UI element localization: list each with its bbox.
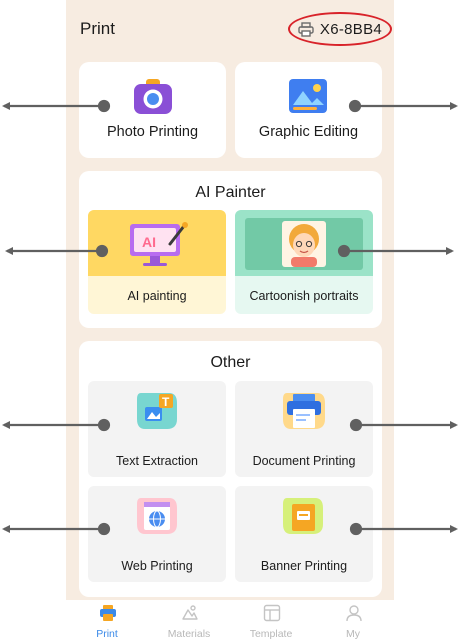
tab-template[interactable]: Template <box>230 600 312 640</box>
tab-print[interactable]: Print <box>66 600 148 640</box>
web-printing-label: Web Printing <box>121 559 193 573</box>
web-printing-tile[interactable]: Web Printing <box>88 486 226 582</box>
text-extraction-icon-letter: T <box>162 395 170 409</box>
tab-print-label: Print <box>96 628 118 640</box>
app-window: Print X6-8BB4 Photo Printing Graphic Edi… <box>66 0 394 640</box>
image-edit-icon <box>289 79 327 113</box>
web-globe-icon <box>137 498 177 534</box>
photo-printing-card[interactable]: Photo Printing <box>79 62 226 158</box>
other-section: Other T Text Extraction Document Printin… <box>79 341 382 597</box>
graphic-editing-label: Graphic Editing <box>258 124 359 140</box>
template-tab-icon <box>263 604 281 622</box>
ai-painter-section: AI Painter AI AI painting Cartoonish por… <box>79 171 382 328</box>
printer-icon <box>298 21 314 37</box>
document-printing-tile[interactable]: Document Printing <box>235 381 373 477</box>
cartoon-face-icon <box>282 221 326 267</box>
document-printing-label: Document Printing <box>252 454 356 468</box>
other-title: Other <box>210 354 251 371</box>
cartoon-portraits-tile[interactable]: Cartoonish portraits <box>235 210 373 314</box>
ai-painter-title: AI Painter <box>195 184 266 201</box>
camera-icon <box>134 79 172 114</box>
document-printer-icon <box>283 393 325 429</box>
profile-tab-icon <box>346 605 362 622</box>
banner-printing-label: Banner Printing <box>260 559 348 573</box>
device-selector[interactable]: X6-8BB4 <box>288 12 392 46</box>
tab-materials[interactable]: Materials <box>148 600 230 640</box>
screen: Print X6-8BB4 Photo Printing Graphic Edi… <box>0 0 460 640</box>
tab-my[interactable]: My <box>312 600 394 640</box>
graphic-editing-card[interactable]: Graphic Editing <box>235 62 382 158</box>
text-extraction-icon: T <box>137 393 177 429</box>
tab-my-label: My <box>346 628 360 640</box>
printer-tab-icon <box>100 605 116 621</box>
photo-printing-label: Photo Printing <box>106 124 199 140</box>
page-title: Print <box>80 19 115 38</box>
banner-folder-icon <box>283 498 323 534</box>
ai-painting-label: AI painting <box>127 289 187 303</box>
ai-icon-text: AI <box>142 234 156 250</box>
cartoon-portraits-label: Cartoonish portraits <box>249 289 359 303</box>
bottom-tab-bar: Print Materials Template My <box>66 600 394 640</box>
device-name: X6-8BB4 <box>319 20 383 38</box>
materials-tab-icon <box>182 605 198 620</box>
ai-monitor-icon: AI <box>130 222 188 266</box>
tab-template-label: Template <box>249 628 293 640</box>
banner-printing-tile[interactable]: Banner Printing <box>235 486 373 582</box>
tab-materials-label: Materials <box>167 628 211 640</box>
text-extraction-tile[interactable]: T Text Extraction <box>88 381 226 477</box>
text-extraction-label: Text Extraction <box>116 454 198 468</box>
ai-painting-tile[interactable]: AI AI painting <box>88 210 226 314</box>
